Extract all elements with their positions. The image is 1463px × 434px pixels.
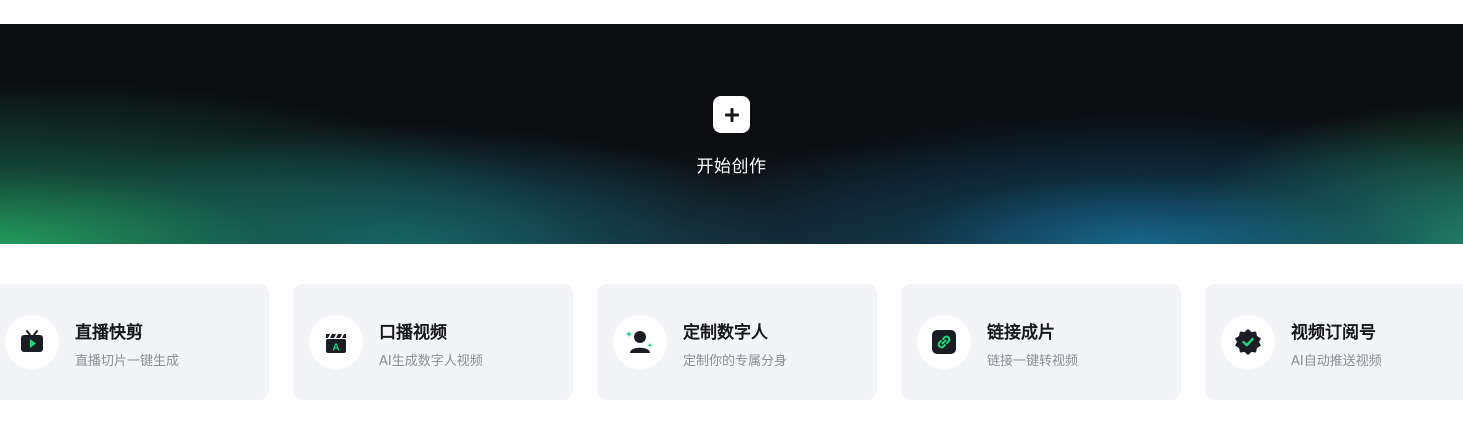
card-custom-avatar[interactable]: 定制数字人 定制你的专属分身 (597, 284, 877, 400)
start-creation-group: 开始创作 (697, 96, 767, 177)
card-title: 口播视频 (379, 323, 447, 343)
card-link-to-video[interactable]: 链接成片 链接一键转视频 (901, 284, 1181, 400)
card-video-subscription[interactable]: 视频订阅号 AI自动推送视频 (1205, 284, 1463, 400)
card-subtitle: 链接一键转视频 (987, 354, 1079, 369)
start-creation-label: 开始创作 (696, 157, 767, 177)
svg-text:A: A (332, 343, 339, 354)
plus-icon[interactable] (713, 96, 750, 133)
tv-play-icon (5, 315, 59, 369)
clapperboard-icon: A (309, 315, 363, 369)
card-live-clip[interactable]: 直播快剪 直播切片一键生成 (0, 284, 269, 400)
card-subtitle: AI自动推送视频 (1291, 354, 1382, 369)
card-subtitle: 定制你的专属分身 (683, 354, 788, 369)
card-title: 直播快剪 (75, 323, 143, 343)
card-talking-video[interactable]: A 口播视频 AI生成数字人视频 (293, 284, 573, 400)
person-sparkle-icon (613, 315, 667, 369)
card-subtitle: AI生成数字人视频 (379, 354, 483, 369)
link-icon (917, 315, 971, 369)
card-title: 链接成片 (987, 323, 1055, 343)
verified-badge-icon (1221, 315, 1275, 369)
card-title: 定制数字人 (683, 323, 768, 343)
card-subtitle: 直播切片一键生成 (75, 354, 180, 369)
start-creation-banner[interactable]: 开始创作 (0, 24, 1463, 244)
card-title: 视频订阅号 (1291, 323, 1376, 343)
page: 开始创作 直播快剪 直播切片一键生成 A 口播视频 AI生成数字人视频 定制数字… (0, 0, 1463, 434)
